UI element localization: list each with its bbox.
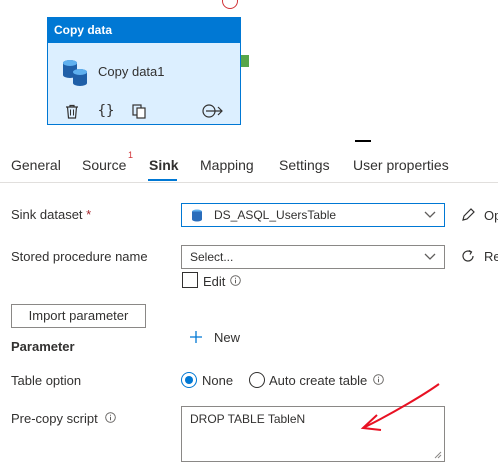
success-output-handle[interactable] [241, 55, 249, 67]
sql-database-icon [192, 209, 202, 222]
stored-procedure-placeholder: Select... [190, 250, 234, 264]
refresh-link[interactable]: Re [484, 249, 498, 264]
sink-dataset-select[interactable]: DS_ASQL_UsersTable [181, 203, 445, 227]
import-parameter-button[interactable]: Import parameter [11, 304, 146, 328]
tab-user-properties[interactable]: User properties [353, 157, 449, 173]
tab-sink[interactable]: Sink [149, 157, 179, 173]
resize-grip-icon[interactable] [434, 451, 442, 459]
precopy-script-label: Pre-copy script [11, 411, 98, 426]
braces-icon[interactable]: {} [95, 100, 117, 122]
stored-procedure-label: Stored procedure name [11, 249, 148, 264]
table-option-auto-label: Auto create table [269, 373, 368, 388]
source-error-badge: 1 [128, 150, 134, 160]
table-option-none-label: None [202, 373, 234, 388]
activity-name: Copy data1 [98, 64, 165, 79]
info-icon [230, 275, 241, 286]
pencil-icon[interactable] [460, 207, 476, 223]
table-option-none-radio[interactable] [181, 372, 197, 388]
info-icon [105, 412, 116, 423]
active-tab-indicator [148, 179, 177, 181]
edit-checkbox[interactable] [182, 272, 198, 288]
chevron-down-icon [424, 211, 436, 218]
properties-tabs: General Source 1 Sink Mapping Settings U… [0, 150, 498, 183]
parameter-label: Parameter [11, 339, 75, 354]
annotation-arrow-icon [360, 383, 440, 431]
sink-dataset-label: Sink dataset * [11, 207, 92, 222]
precopy-script-value: DROP TABLE TableN [190, 412, 306, 426]
tab-settings[interactable]: Settings [279, 157, 330, 173]
stored-procedure-select[interactable]: Select... [181, 245, 445, 269]
tab-mapping[interactable]: Mapping [200, 157, 254, 173]
database-icon [63, 60, 87, 86]
table-option-auto-radio[interactable] [249, 372, 265, 388]
edit-label: Edit [203, 274, 226, 289]
trash-icon[interactable] [61, 100, 83, 122]
activity-header: Copy data [48, 18, 240, 43]
activity-toolbar: {} [48, 100, 240, 124]
error-handle-icon[interactable] [222, 0, 238, 9]
arrow-right-circle-icon[interactable] [200, 100, 226, 122]
plus-icon[interactable] [189, 330, 203, 344]
copy-data-activity[interactable]: Copy data Copy data1 {} [47, 17, 241, 125]
open-dataset-link[interactable]: Op [484, 208, 498, 223]
new-parameter-button[interactable]: New [214, 330, 240, 345]
tab-general[interactable]: General [11, 157, 61, 173]
table-option-label: Table option [11, 373, 82, 388]
required-mark: * [86, 207, 92, 222]
refresh-icon[interactable] [460, 248, 476, 264]
sink-dataset-value: DS_ASQL_UsersTable [214, 208, 337, 222]
pipeline-canvas[interactable]: Copy data Copy data1 {} [0, 0, 498, 135]
chevron-down-icon [424, 253, 436, 260]
panel-resize-handle[interactable] [355, 140, 371, 142]
tab-source[interactable]: Source [82, 157, 126, 173]
copy-icon[interactable] [128, 100, 150, 122]
